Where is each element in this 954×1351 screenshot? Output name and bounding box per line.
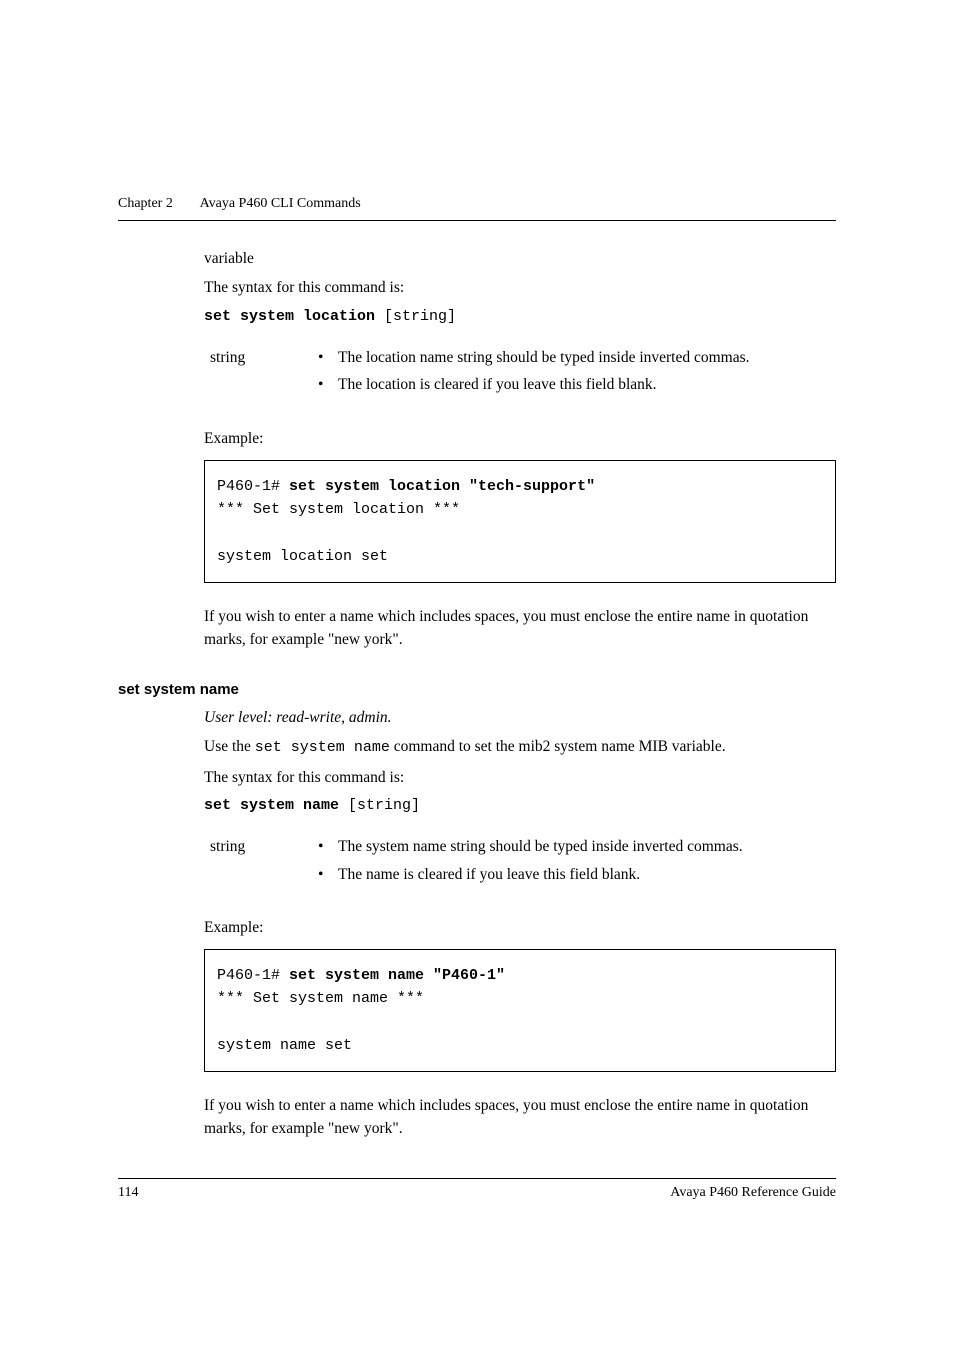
code-line2-1: *** Set system location ***: [217, 501, 460, 518]
syntax-line-1: set system location [string]: [204, 306, 836, 329]
param-row-1: string The location name string should b…: [204, 346, 836, 401]
param-row-2: string The system name string should be …: [204, 835, 836, 890]
syntax-cmd-rest-2: [string]: [339, 797, 420, 814]
code-box-1: P460-1# set system location "tech-suppor…: [204, 460, 836, 583]
example-label-1: Example:: [204, 427, 836, 450]
use-pre: Use the: [204, 738, 255, 755]
param-name-2: string: [204, 835, 318, 858]
use-line: Use the set system name command to set t…: [204, 735, 836, 760]
param-desc-2: The system name string should be typed i…: [318, 835, 836, 890]
page-footer: 114 Avaya P460 Reference Guide: [118, 1178, 836, 1201]
code-cmd-2: set system name "P460-1": [289, 967, 505, 984]
code-cmd-1: set system location "tech-support": [289, 478, 595, 495]
page-header: Chapter 2 Avaya P460 CLI Commands: [118, 196, 836, 221]
code-prompt-2: P460-1#: [217, 967, 289, 984]
page-container: Chapter 2 Avaya P460 CLI Commands variab…: [0, 0, 954, 1141]
syntax-cmd-rest-1: [string]: [375, 308, 456, 325]
use-post: command to set the mib2 system name MIB …: [390, 738, 726, 755]
content-area: variable The syntax for this command is:…: [118, 247, 836, 1141]
note-2: If you wish to enter a name which includ…: [204, 1094, 836, 1141]
page-number: 114: [118, 1185, 138, 1201]
code-line2-2: *** Set system name ***: [217, 990, 424, 1007]
variable-line: variable: [204, 247, 836, 270]
code-line3-1: system location set: [217, 548, 388, 565]
syntax-line-2: set system name [string]: [204, 795, 836, 818]
code-box-2: P460-1# set system name "P460-1" *** Set…: [204, 949, 836, 1072]
code-line3-2: system name set: [217, 1037, 352, 1054]
param-bullet: The name is cleared if you leave this fi…: [318, 863, 836, 886]
syntax-intro-2: The syntax for this command is:: [204, 766, 836, 789]
note-1: If you wish to enter a name which includ…: [204, 605, 836, 652]
param-name-1: string: [204, 346, 318, 369]
param-desc-1: The location name string should be typed…: [318, 346, 836, 401]
syntax-cmd-bold-1: set system location: [204, 308, 375, 325]
chapter-label: Chapter 2: [118, 196, 173, 212]
use-cmd: set system name: [255, 739, 390, 756]
footer-doc-title: Avaya P460 Reference Guide: [670, 1185, 836, 1201]
user-level: User level: read-write, admin.: [204, 706, 836, 729]
param-bullet: The system name string should be typed i…: [318, 835, 836, 858]
section-heading-set-system-name: set system name: [118, 679, 836, 702]
param-bullet: The location is cleared if you leave thi…: [318, 373, 836, 396]
code-prompt-1: P460-1#: [217, 478, 289, 495]
syntax-intro-1: The syntax for this command is:: [204, 276, 836, 299]
header-title: Avaya P460 CLI Commands: [200, 196, 361, 211]
syntax-cmd-bold-2: set system name: [204, 797, 339, 814]
example-label-2: Example:: [204, 916, 836, 939]
param-bullet: The location name string should be typed…: [318, 346, 836, 369]
